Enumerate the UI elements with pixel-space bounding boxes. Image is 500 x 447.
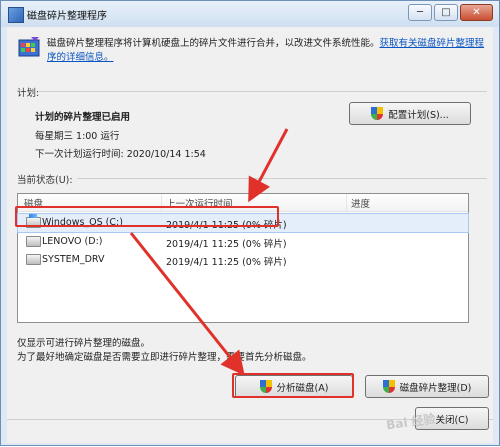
status-divider [77,178,487,179]
schedule-run-time: 每星期三 1:00 运行 [35,131,120,142]
disk-list[interactable]: 磁盘 上一次运行时间 进度 Windows_OS (C:) 2019/4/1 1… [17,193,469,323]
disk-last-run: 2019/4/1 11:25 (0% 碎片) [166,220,287,231]
close-button-label: 关闭(C) [435,414,469,426]
window-title: 磁盘碎片整理程序 [27,11,107,22]
system-drive-icon [26,214,41,228]
analyze-disk-label: 分析磁盘(A) [276,382,329,394]
defrag-disk-label: 磁盘碎片整理(D) [399,382,472,394]
note-defrag-only: 仅显示可进行碎片整理的磁盘。 [17,338,151,349]
note-analyze-first: 为了最好地确定磁盘是否需要立即进行碎片整理，需要首先分析磁盘。 [17,352,312,363]
defrag-window: 磁盘碎片整理程序 ─ □ ✕ 磁盘碎片整理程序将计算机硬盘上的碎片文件进行合并，… [0,0,500,446]
close-window-button[interactable]: ✕ [460,4,493,21]
schedule-next-run: 下一次计划运行时间: 2020/10/14 1:54 [35,149,206,160]
maximize-button[interactable]: □ [434,4,458,21]
configure-schedule-button[interactable]: 配置计划(S)... [349,102,471,125]
disk-row-c[interactable]: Windows_OS (C:) 2019/4/1 11:25 (0% 碎片) [17,213,469,233]
minimize-button[interactable]: ─ [408,4,432,21]
header-description: 磁盘碎片整理程序将计算机硬盘上的碎片文件进行合并，以改进文件系统性能。获取有关磁… [47,37,487,65]
drive-icon [26,236,41,247]
defrag-disk-button[interactable]: 磁盘碎片整理(D) [365,375,489,398]
defrag-app-icon [8,7,24,23]
status-section-label: 当前状态(U): [17,175,73,186]
analyze-disk-button[interactable]: 分析磁盘(A) [235,375,353,398]
uac-shield-icon [259,380,272,393]
column-separator [161,194,162,211]
disk-row-d[interactable]: LENOVO (D:) 2019/4/1 11:25 (0% 碎片) [18,233,468,251]
disk-row-system[interactable]: SYSTEM_DRV 2019/4/1 11:25 (0% 碎片) [18,251,468,269]
uac-shield-icon [371,107,384,120]
configure-schedule-label: 配置计划(S)... [388,109,449,121]
disk-list-header: 磁盘 上一次运行时间 进度 [18,194,468,212]
column-last-run[interactable]: 上一次运行时间 [166,196,233,210]
disk-name: SYSTEM_DRV [42,254,105,265]
disk-last-run: 2019/4/1 11:25 (0% 碎片) [166,257,287,268]
schedule-section-label: 计划: [17,88,40,99]
client-area: 磁盘碎片整理程序将计算机硬盘上的碎片文件进行合并，以改进文件系统性能。获取有关磁… [7,27,493,443]
schedule-divider [39,91,487,92]
description-text: 磁盘碎片整理程序将计算机硬盘上的碎片文件进行合并，以改进文件系统性能。 [47,38,380,49]
schedule-status-title: 计划的碎片整理已启用 [35,112,131,123]
column-separator [346,194,347,211]
column-disk[interactable]: 磁盘 [24,196,43,210]
drive-icon [26,254,41,265]
disk-last-run: 2019/4/1 11:25 (0% 碎片) [166,239,287,250]
disk-name: LENOVO (D:) [42,236,103,247]
uac-shield-icon [382,380,395,393]
disk-name: Windows_OS (C:) [42,217,123,228]
defrag-header-icon [18,37,40,57]
title-bar: 磁盘碎片整理程序 ─ □ ✕ [1,1,499,27]
column-progress[interactable]: 进度 [351,196,370,210]
